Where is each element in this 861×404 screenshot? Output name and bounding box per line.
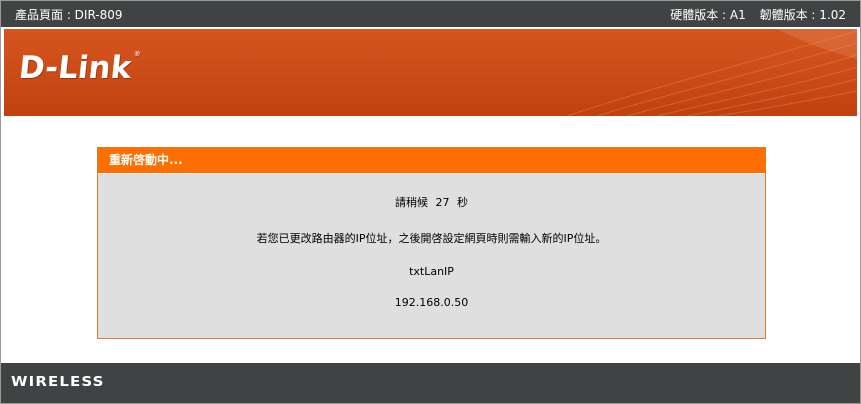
- dlink-banner: D-Link®: [4, 29, 857, 116]
- footer-bar: WIRELESS: [1, 363, 860, 403]
- banner-swoosh-graphic: [566, 29, 857, 116]
- countdown-seconds: 27: [435, 196, 450, 209]
- dlink-logo: D-Link®: [17, 50, 141, 86]
- ip-change-notice: 若您已更改路由器的IP位址，之後開啓設定網頁時則需輸入新的IP位址。: [256, 232, 607, 245]
- router-admin-page: 產品頁面 : DIR-809 硬體版本 : A1 韌體版本 : 1.02 D-L…: [0, 0, 861, 404]
- main-content: 重新啓動中... 請稍候 27 秒 若您已更改路由器的IP位址，之後開啓設定網頁…: [1, 116, 860, 362]
- product-page-label: 產品頁面 : DIR-809: [15, 7, 123, 22]
- reboot-panel-title: 重新啓動中...: [98, 148, 765, 174]
- registered-mark: ®: [133, 50, 142, 58]
- firmware-version-label: 韌體版本 : 1.02: [759, 7, 846, 22]
- wait-suffix: 秒: [457, 196, 468, 209]
- reboot-panel: 重新啓動中... 請稍候 27 秒 若您已更改路由器的IP位址，之後開啓設定網頁…: [97, 147, 766, 339]
- dlink-logo-text: D-Link: [17, 50, 134, 86]
- countdown-line: 請稍候 27 秒: [98, 194, 765, 210]
- version-info: 硬體版本 : A1 韌體版本 : 1.02: [660, 6, 846, 23]
- lan-ip-label: txtLanIP: [409, 265, 454, 278]
- lan-ip-value: 192.168.0.50: [394, 296, 469, 309]
- wireless-brand-text: WIRELESS: [11, 375, 105, 390]
- hardware-version-label: 硬體版本 : A1: [670, 7, 746, 22]
- wait-prefix: 請稍候: [395, 196, 428, 209]
- top-info-bar: 產品頁面 : DIR-809 硬體版本 : A1 韌體版本 : 1.02: [1, 1, 860, 27]
